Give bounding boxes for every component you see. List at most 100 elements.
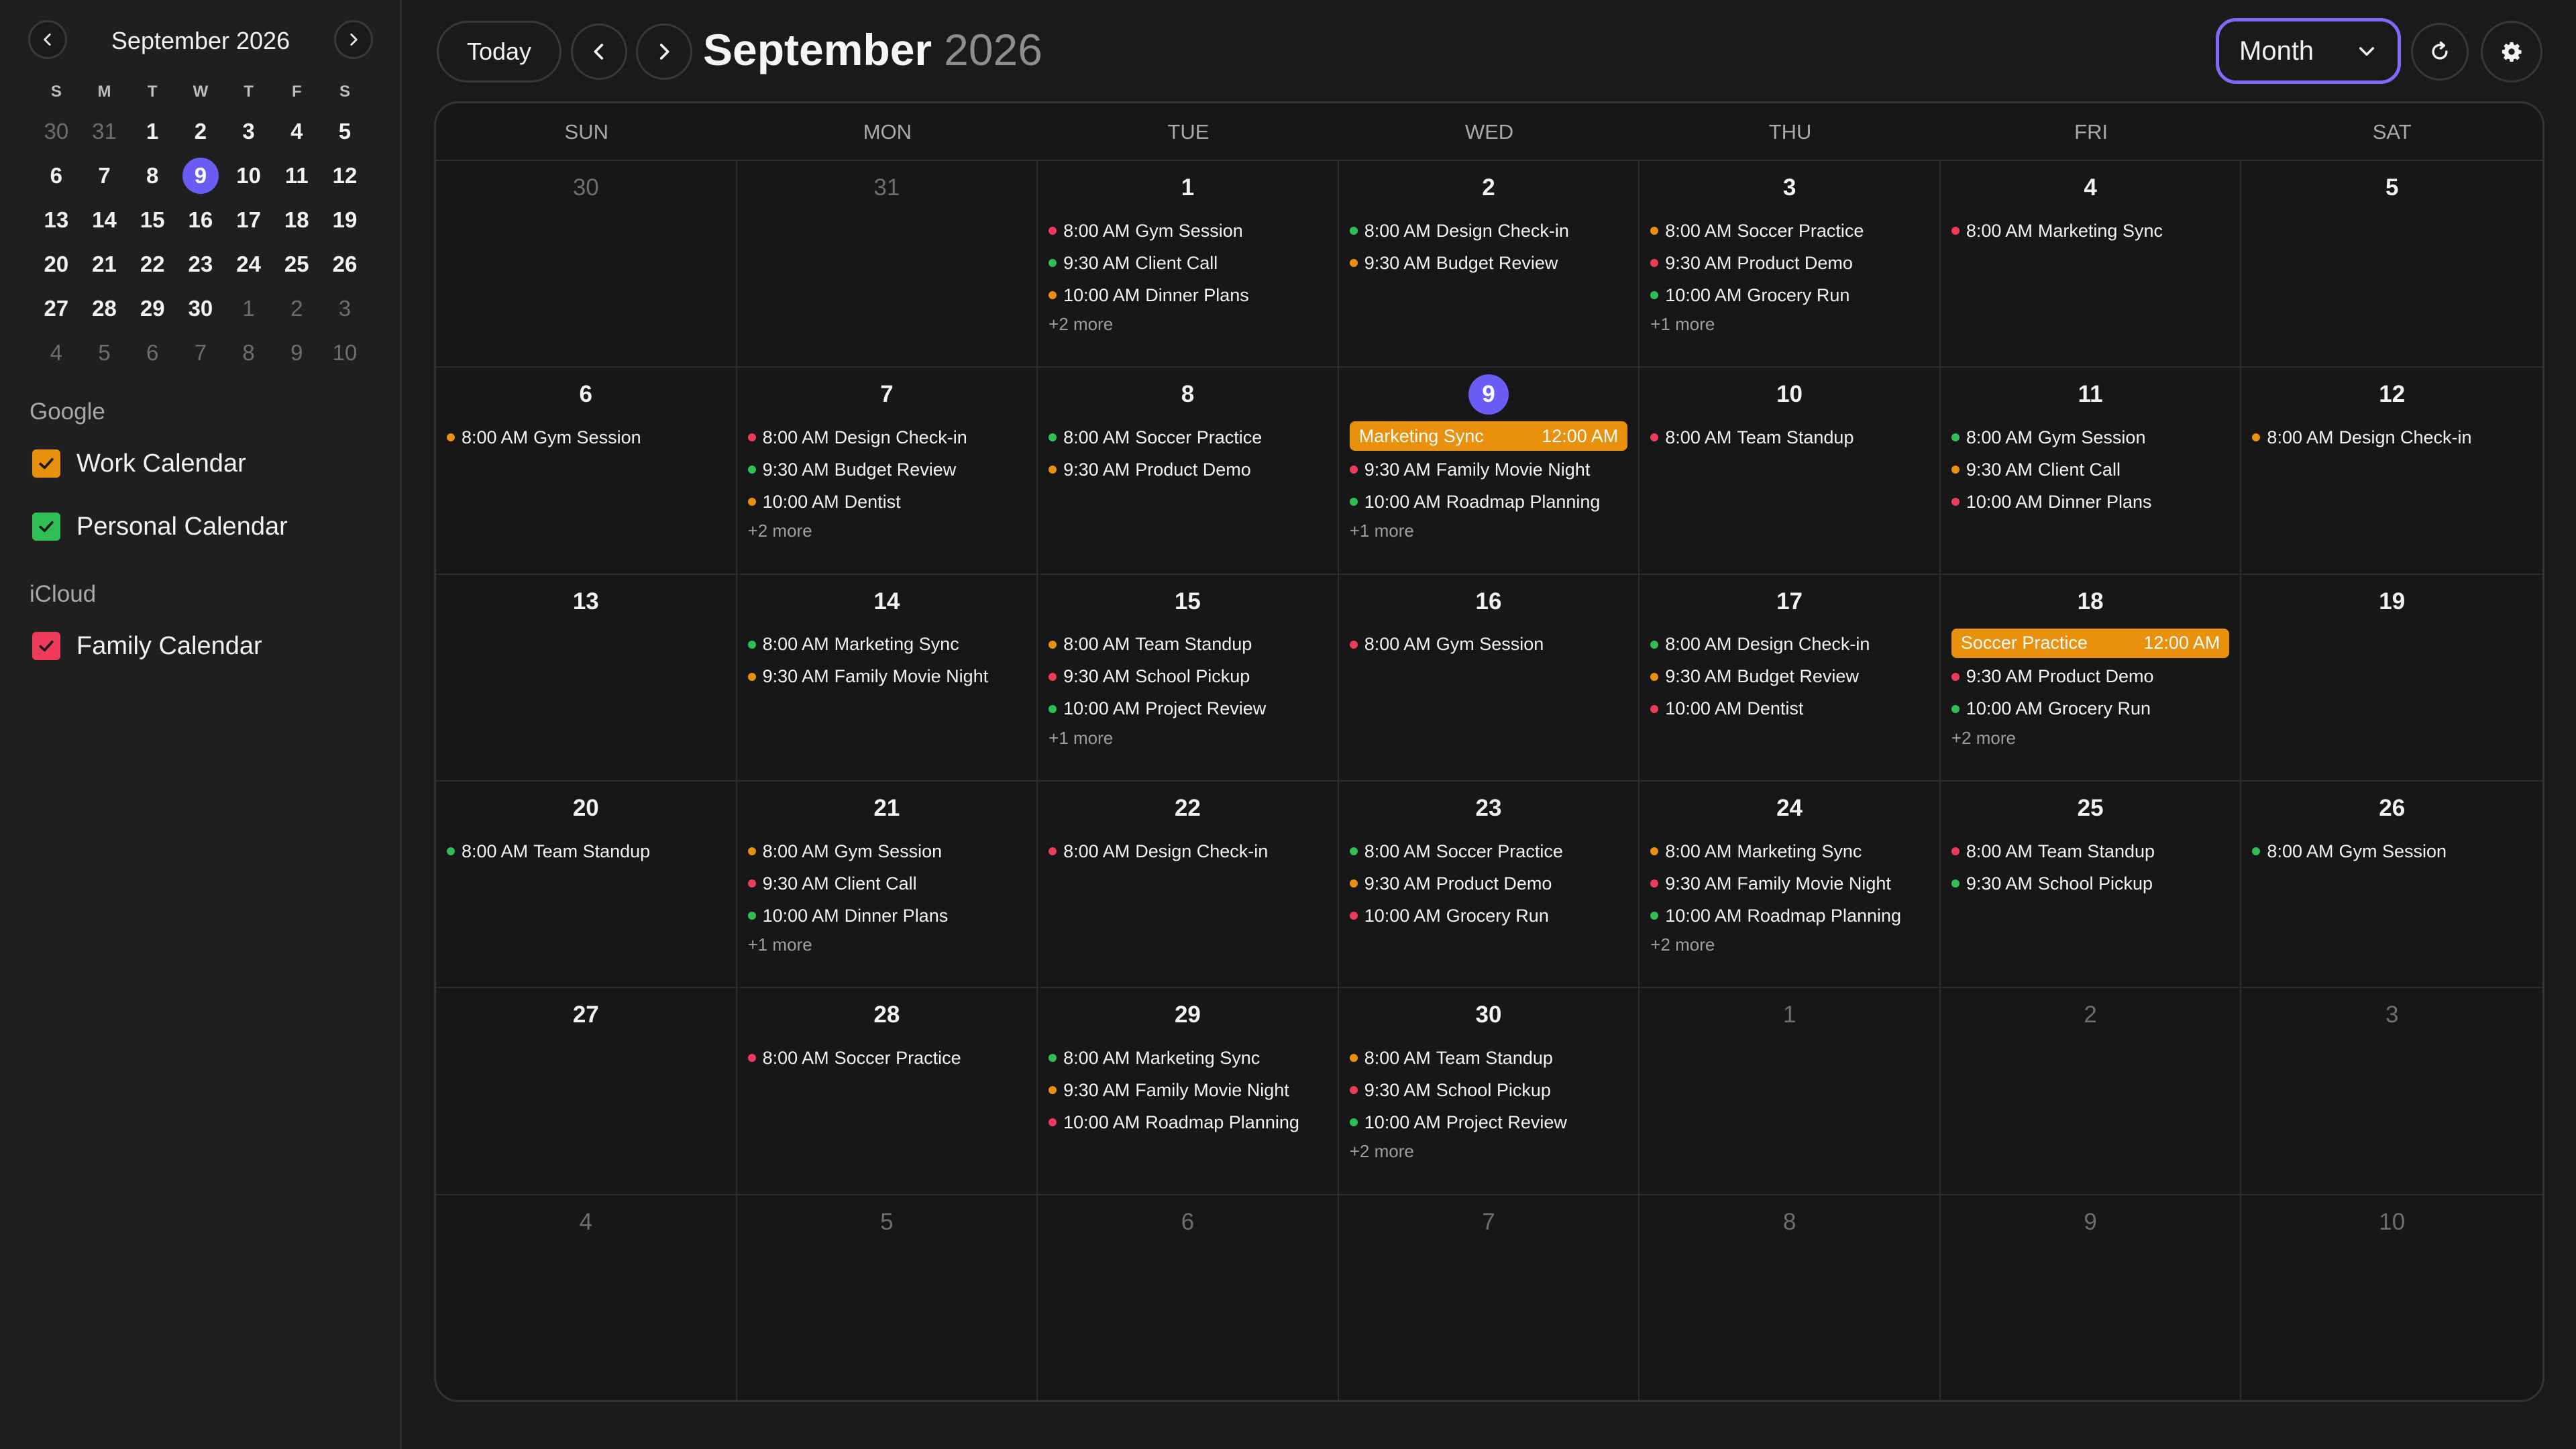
more-events-link[interactable]: +1 more [1348,518,1629,543]
more-events-link[interactable]: +2 more [747,518,1028,543]
day-cell[interactable]: 6 8:00 AM Gym Session [436,368,737,575]
event-item[interactable]: 10:00 AM Dentist [747,486,1028,518]
day-cell[interactable]: 18 Soccer Practice 12:00 AM 9:30 AM Product … [1940,574,2242,782]
checkbox-icon[interactable] [32,632,60,660]
mini-day[interactable]: 3 [225,109,273,154]
event-item[interactable]: 9:30 AM Family Movie Night [1649,867,1930,900]
event-item[interactable]: 8:00 AM Gym Session [2251,835,2533,867]
event-item[interactable]: 9:30 AM Budget Review [1649,661,1930,693]
event-item[interactable]: 8:00 AM Marketing Sync [1950,215,2231,247]
mini-day[interactable]: 4 [272,109,321,154]
mini-day[interactable]: 29 [128,286,176,331]
event-item[interactable]: 8:00 AM Design Check-in [747,421,1028,453]
day-cell[interactable]: 13 [436,574,737,782]
mini-day[interactable]: 4 [32,331,80,375]
mini-day[interactable]: 17 [225,198,273,242]
mini-prev-month-button[interactable] [28,20,67,59]
event-item[interactable]: 9:30 AM Budget Review [747,453,1028,486]
mini-day-today[interactable]: 9 [176,154,225,198]
calendar-toggle-work[interactable]: Work Calendar [32,445,246,482]
day-cell[interactable]: 28 8:00 AM Soccer Practice [737,988,1038,1195]
event-item[interactable]: 10:00 AM Project Review [1348,1106,1629,1138]
mini-day[interactable]: 2 [272,286,321,331]
settings-button[interactable] [2481,21,2542,83]
event-item[interactable]: 9:30 AM School Pickup [1348,1074,1629,1106]
day-cell[interactable]: 3 [2241,988,2542,1195]
event-item[interactable]: 9:30 AM Client Call [1950,453,2231,486]
all-day-event[interactable]: Soccer Practice 12:00 AM [1951,628,2230,658]
event-item[interactable]: 9:30 AM Product Demo [1047,453,1328,486]
mini-day[interactable]: 30 [32,109,80,154]
mini-day[interactable]: 5 [321,109,369,154]
more-events-link[interactable]: +1 more [747,932,1028,957]
event-item[interactable]: 9:30 AM Family Movie Night [1348,453,1629,486]
day-cell[interactable]: 10 [2241,1195,2542,1400]
event-item[interactable]: 8:00 AM Marketing Sync [1649,835,1930,867]
event-item[interactable]: 9:30 AM Product Demo [1649,247,1930,279]
event-item[interactable]: 8:00 AM Design Check-in [2251,421,2533,453]
day-cell[interactable]: 3 8:00 AM Soccer Practice 9:30 AM Product De… [1640,161,1941,368]
event-item[interactable]: 8:00 AM Design Check-in [1348,215,1629,247]
mini-day[interactable]: 13 [32,198,80,242]
mini-day[interactable]: 28 [80,286,129,331]
event-item[interactable]: 8:00 AM Soccer Practice [1649,215,1930,247]
day-cell[interactable]: 4 8:00 AM Marketing Sync [1940,161,2242,368]
mini-day[interactable]: 6 [128,331,176,375]
calendar-toggle-personal[interactable]: Personal Calendar [32,508,288,545]
event-item[interactable]: 9:30 AM Client Call [1047,247,1328,279]
day-cell[interactable]: 27 [436,988,737,1195]
day-cell[interactable]: 31 [737,161,1038,368]
event-item[interactable]: 8:00 AM Gym Session [1348,629,1629,661]
mini-day[interactable]: 16 [176,198,225,242]
event-item[interactable]: 10:00 AM Roadmap Planning [1047,1106,1328,1138]
checkbox-icon[interactable] [32,513,60,541]
day-cell[interactable]: 25 8:00 AM Team Standup 9:30 AM School Picku… [1940,782,2242,989]
mini-day[interactable]: 14 [80,198,129,242]
mini-day[interactable]: 20 [32,242,80,286]
more-events-link[interactable]: +2 more [1649,932,1930,957]
mini-day[interactable]: 10 [321,331,369,375]
mini-next-month-button[interactable] [334,20,373,59]
event-item[interactable]: 8:00 AM Soccer Practice [1047,421,1328,453]
event-item[interactable]: 10:00 AM Dinner Plans [747,900,1028,932]
today-button[interactable]: Today [437,21,561,83]
mini-day[interactable]: 12 [321,154,369,198]
day-cell[interactable]: 6 [1038,1195,1339,1400]
more-events-link[interactable]: +1 more [1649,311,1930,337]
event-item[interactable]: 8:00 AM Team Standup [1348,1042,1629,1074]
day-cell[interactable]: 17 8:00 AM Design Check-in 9:30 AM Budget Re… [1640,574,1941,782]
event-item[interactable]: 8:00 AM Marketing Sync [747,629,1028,661]
mini-day[interactable]: 18 [272,198,321,242]
more-events-link[interactable]: +2 more [1047,311,1328,337]
mini-day[interactable]: 19 [321,198,369,242]
event-item[interactable]: 8:00 AM Gym Session [1950,421,2231,453]
event-item[interactable]: 8:00 AM Team Standup [445,835,727,867]
mini-day[interactable]: 3 [321,286,369,331]
day-cell[interactable]: 21 8:00 AM Gym Session 9:30 AM Client Call 10… [737,782,1038,989]
event-item[interactable]: 10:00 AM Grocery Run [1950,693,2231,725]
event-item[interactable]: 9:30 AM Family Movie Night [1047,1074,1328,1106]
mini-day[interactable]: 5 [80,331,129,375]
mini-day[interactable]: 30 [176,286,225,331]
more-events-link[interactable]: +2 more [1950,725,2231,751]
day-cell[interactable]: 1 8:00 AM Gym Session 9:30 AM Client Call 10:… [1038,161,1339,368]
event-item[interactable]: 8:00 AM Team Standup [1047,629,1328,661]
day-cell-today[interactable]: 9 Marketing Sync 12:00 AM 9:30 AM Family Mov… [1338,368,1640,575]
event-item[interactable]: 8:00 AM Team Standup [1950,835,2231,867]
event-item[interactable]: 8:00 AM Marketing Sync [1047,1042,1328,1074]
event-item[interactable]: 8:00 AM Design Check-in [1047,835,1328,867]
event-item[interactable]: 8:00 AM Gym Session [1047,215,1328,247]
day-cell[interactable]: 7 8:00 AM Design Check-in 9:30 AM Budget Rev… [737,368,1038,575]
day-cell[interactable]: 2 8:00 AM Design Check-in 9:30 AM Budget Rev… [1338,161,1640,368]
event-item[interactable]: 8:00 AM Gym Session [747,835,1028,867]
day-cell[interactable]: 30 [436,161,737,368]
event-item[interactable]: 10:00 AM Grocery Run [1649,279,1930,311]
day-cell[interactable]: 7 [1339,1195,1640,1400]
more-events-link[interactable]: +2 more [1348,1138,1629,1164]
mini-day[interactable]: 1 [128,109,176,154]
event-item[interactable]: 10:00 AM Dentist [1649,693,1930,725]
event-item[interactable]: 9:30 AM Product Demo [1950,661,2231,693]
event-item[interactable]: 9:30 AM Budget Review [1348,247,1629,279]
day-cell[interactable]: 22 8:00 AM Design Check-in [1038,782,1339,989]
day-cell[interactable]: 16 8:00 AM Gym Session [1338,574,1640,782]
